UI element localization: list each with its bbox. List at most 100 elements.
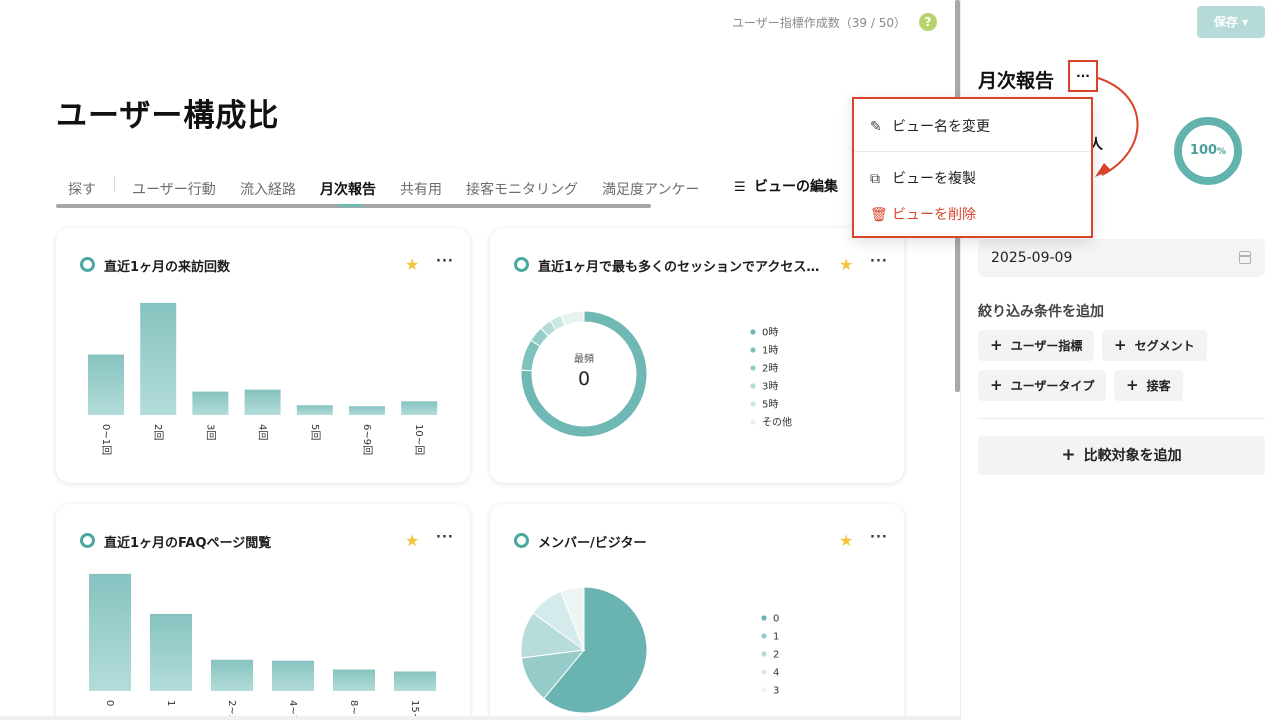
- legend-swatch: [761, 687, 767, 693]
- progress-ring: 100%: [1174, 117, 1242, 185]
- legend-label[interactable]: その他: [762, 416, 792, 429]
- legend-swatch: [750, 401, 756, 407]
- save-label: 保存: [1213, 15, 1238, 29]
- filter-section-title: 絞り込み条件を追加: [978, 304, 1104, 320]
- plus-icon: +: [1126, 376, 1139, 394]
- edit-view-button[interactable]: ☰ ビューの編集: [734, 176, 838, 196]
- legend-label[interactable]: 0時: [762, 327, 778, 339]
- bar-chart-visits: 0~1回 2回 3回 4回 5回 6~9回 10~回: [88, 302, 438, 455]
- copy-icon: ⧉: [870, 171, 880, 187]
- menu-divider: [854, 151, 1091, 152]
- card-member-visitor: メンバー/ビジター ★ ··· 01243: [490, 504, 904, 720]
- bar[interactable]: [192, 391, 229, 415]
- bar[interactable]: [88, 354, 124, 415]
- plus-icon: +: [990, 336, 1003, 354]
- bar[interactable]: [211, 659, 253, 691]
- bar[interactable]: [333, 669, 375, 691]
- tab-user-behavior[interactable]: ユーザー行動: [132, 179, 216, 199]
- view-more-button[interactable]: ···: [1068, 60, 1098, 92]
- tab-monthly-report[interactable]: 月次報告: [320, 179, 376, 199]
- chip-label: セグメント: [1134, 339, 1195, 353]
- tab-shared[interactable]: 共有用: [400, 179, 442, 199]
- chip-label: ユーザー指標: [1010, 339, 1083, 353]
- panel-title: 月次報告: [978, 70, 1055, 92]
- x-tick-label: 5回: [309, 424, 321, 440]
- menu-label: ビューを削除: [892, 207, 976, 223]
- add-segment-filter-button[interactable]: + セグメント: [1102, 330, 1207, 361]
- bar[interactable]: [394, 671, 436, 691]
- x-tick-label: 10~回: [413, 424, 425, 455]
- legend-label[interactable]: 0: [773, 614, 779, 625]
- card-visit-count: 直近1ヶ月の来訪回数 ★ ··· 0~1回 2回 3回 4回 5回 6~9回 10~回: [56, 228, 470, 483]
- bar[interactable]: [272, 660, 314, 691]
- progress-unit: %: [1217, 147, 1227, 157]
- legend-swatch: [761, 615, 767, 621]
- date-field[interactable]: 2025-09-09: [978, 239, 1265, 277]
- menu-label: ビュー名を変更: [892, 119, 990, 135]
- menu-label: ビューを複製: [892, 171, 976, 187]
- bar[interactable]: [150, 613, 192, 691]
- tab-divider: [114, 176, 115, 192]
- legend-label[interactable]: 2時: [762, 363, 778, 375]
- help-icon[interactable]: ?: [919, 13, 937, 31]
- legend-swatch: [750, 329, 756, 335]
- metric-quota-text: ユーザー指標作成数（39 / 50）: [732, 16, 906, 30]
- tab-traffic-source[interactable]: 流入経路: [240, 179, 296, 199]
- x-tick-label: 0: [104, 700, 115, 706]
- card-peak-session-hour: 直近1ヶ月で最も多くのセッションでアクセス… ★ ··· 0時 1時 2時 3時 5時そ…: [490, 228, 904, 483]
- legend-swatch: [750, 365, 756, 371]
- bar[interactable]: [296, 405, 333, 415]
- calendar-icon[interactable]: [1239, 251, 1251, 264]
- legend-label[interactable]: 1時: [762, 345, 778, 357]
- panel-divider: [978, 418, 1265, 419]
- legend-swatch: [750, 347, 756, 353]
- chip-label: ユーザータイプ: [1010, 379, 1095, 393]
- main-content: ユーザー指標作成数（39 / 50） ? ユーザー構成比 探す ユーザー行動 流…: [0, 0, 960, 720]
- legend-swatch: [761, 651, 767, 657]
- bar[interactable]: [349, 406, 385, 415]
- legend-label[interactable]: 2: [773, 650, 779, 661]
- legend-swatch: [761, 633, 767, 639]
- donut-chart-hours: 0時 1時 2時 3時 5時その他 最頻 0: [520, 310, 792, 438]
- delete-view-menu-item[interactable]: 🗑 ビューを削除: [870, 204, 976, 224]
- card-faq-views: 直近1ヶ月のFAQページ閲覧 ★ ··· 0 1 2~3 4~7 8~1… 15~: [56, 504, 470, 720]
- tab-campaign-monitoring[interactable]: 接客モニタリング: [466, 179, 578, 199]
- legend-label[interactable]: 4: [773, 668, 779, 679]
- bar-chart-faq: 0 1 2~3 4~7 8~1… 15~: [89, 573, 436, 720]
- edit-view-label: ビューの編集: [754, 179, 838, 195]
- pencil-icon: ✎: [870, 119, 882, 135]
- bar[interactable]: [89, 573, 131, 691]
- bar[interactable]: [140, 302, 177, 415]
- legend-swatch: [761, 669, 767, 675]
- trash-icon: 🗑: [870, 207, 888, 223]
- donut-center-label: 最頻: [574, 352, 594, 365]
- pie-slice[interactable]: [560, 310, 585, 327]
- tab-explore[interactable]: 探す: [68, 179, 96, 199]
- legend-label[interactable]: 3: [773, 686, 779, 697]
- x-tick-label: 0~1回: [100, 424, 112, 455]
- date-value: 2025-09-09: [991, 250, 1073, 266]
- add-user-type-filter-button[interactable]: + ユーザータイプ: [978, 370, 1107, 401]
- progress-value: 100: [1189, 143, 1218, 158]
- add-campaign-filter-button[interactable]: + 接客: [1114, 370, 1183, 401]
- add-comparison-button[interactable]: + 比較対象を追加: [978, 436, 1265, 475]
- x-tick-label: 1: [165, 700, 176, 706]
- view-actions-menu: ✎ ビュー名を変更 ⧉ ビューを複製 🗑 ビューを削除: [852, 97, 1093, 238]
- x-tick-label: 2回: [152, 424, 164, 440]
- duplicate-view-menu-item[interactable]: ⧉ ビューを複製: [870, 168, 976, 188]
- tab-satisfaction-survey[interactable]: 満足度アンケー: [602, 179, 699, 199]
- save-button[interactable]: 保存 ▾: [1197, 6, 1265, 38]
- bar[interactable]: [401, 401, 438, 415]
- x-tick-label: 4回: [257, 424, 269, 440]
- bar[interactable]: [244, 389, 281, 415]
- plus-icon: +: [1114, 336, 1127, 354]
- add-user-metric-filter-button[interactable]: + ユーザー指標: [978, 330, 1095, 361]
- legend-label[interactable]: 5時: [762, 399, 778, 411]
- plus-icon: +: [990, 376, 1003, 394]
- legend-swatch: [750, 419, 756, 425]
- compare-label: 比較対象を追加: [1083, 448, 1182, 464]
- rename-view-menu-item[interactable]: ✎ ビュー名を変更: [870, 116, 990, 136]
- legend-label[interactable]: 1: [773, 632, 779, 643]
- sliders-icon: ☰: [734, 180, 746, 195]
- legend-label[interactable]: 3時: [762, 381, 778, 393]
